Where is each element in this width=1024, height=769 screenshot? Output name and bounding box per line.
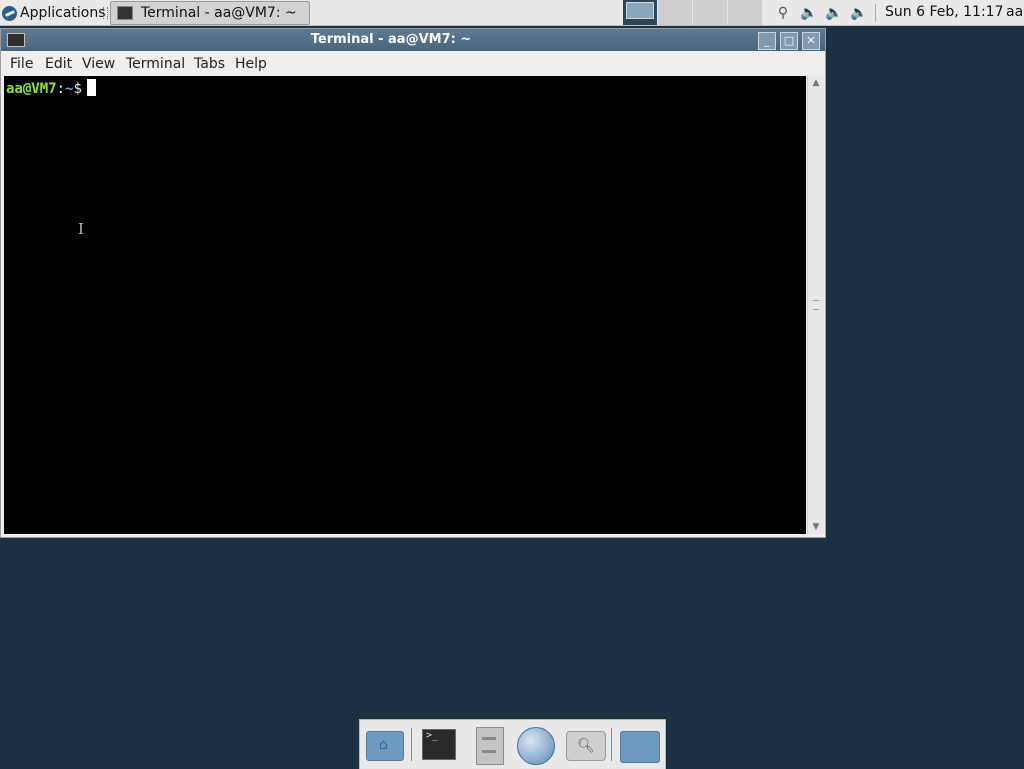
workspace-1[interactable] — [622, 0, 657, 25]
taskbar-terminal-button[interactable]: Terminal - aa@VM7: ~ — [110, 1, 310, 25]
taskbar-label: Terminal - aa@VM7: ~ — [141, 5, 297, 21]
close-button[interactable]: ✕ — [802, 32, 820, 50]
dock-separator — [411, 728, 412, 761]
user-menu[interactable]: aa — [1006, 4, 1023, 20]
applications-menu-button[interactable]: Applications — [2, 3, 106, 23]
window-titlebar[interactable]: Terminal - aa@VM7: ~ _ □ ✕ — [1, 29, 825, 51]
menu-tabs[interactable]: Tabs — [194, 56, 225, 72]
terminal-launcher-icon[interactable]: >_ — [419, 725, 459, 765]
menu-terminal[interactable]: Terminal — [126, 56, 185, 72]
network-icon[interactable]: ⚲ — [773, 3, 793, 23]
prompt-separator: : — [56, 81, 66, 97]
workspace-3[interactable] — [692, 0, 727, 25]
volume-icon[interactable]: 🔈 — [799, 3, 819, 23]
terminal-output-area[interactable]: aa@VM7:~$ I — [4, 76, 806, 534]
home-folder-icon[interactable] — [364, 725, 404, 765]
mouse-ibeam-icon: I — [78, 220, 84, 238]
workspace-4[interactable] — [727, 0, 762, 25]
vertical-scrollbar[interactable]: ▲ ▼ — [807, 76, 824, 534]
text-cursor — [86, 79, 96, 96]
menubar: File Edit View Terminal Tabs Help — [1, 51, 825, 75]
shell-prompt: aa@VM7:~$ — [6, 79, 96, 97]
menu-help[interactable]: Help — [235, 56, 267, 72]
web-browser-icon[interactable] — [515, 725, 555, 765]
window-title: Terminal - aa@VM7: ~ — [310, 32, 472, 47]
menu-view[interactable]: View — [82, 56, 115, 72]
clock[interactable]: Sun 6 Feb, 11:17 — [885, 4, 1003, 20]
menu-edit[interactable]: Edit — [45, 56, 72, 72]
volume-icon-2[interactable]: 🔈 — [824, 3, 844, 23]
menu-file[interactable]: File — [10, 56, 33, 72]
bottom-dock: >_ 🔍︎ — [359, 719, 666, 769]
tray-separator — [875, 4, 876, 22]
workspace-2[interactable] — [657, 0, 692, 25]
xfce-logo-icon — [2, 5, 17, 21]
terminal-window: Terminal - aa@VM7: ~ _ □ ✕ File Edit Vie… — [0, 28, 826, 538]
scroll-up-icon[interactable]: ▲ — [808, 76, 824, 90]
volume-icon-3[interactable]: 🔈 — [849, 3, 869, 23]
top-panel: Applications Terminal - aa@VM7: ~ ⚲ 🔈 🔈 … — [0, 0, 1024, 26]
terminal-icon — [117, 6, 133, 20]
prompt-user-host: aa@VM7 — [6, 81, 57, 97]
app-finder-icon[interactable]: 🔍︎ — [565, 725, 606, 765]
dock-separator-2 — [611, 728, 612, 761]
maximize-button[interactable]: □ — [780, 32, 798, 50]
scroll-grip[interactable] — [813, 300, 819, 310]
folder-icon[interactable] — [618, 725, 660, 765]
scroll-down-icon[interactable]: ▼ — [808, 520, 824, 534]
minimize-button[interactable]: _ — [758, 32, 776, 50]
prompt-dollar: $ — [73, 81, 82, 97]
file-manager-icon[interactable] — [468, 725, 508, 765]
workspace-window-preview — [626, 2, 654, 19]
applications-label: Applications — [20, 5, 106, 21]
panel-separator — [103, 7, 108, 19]
